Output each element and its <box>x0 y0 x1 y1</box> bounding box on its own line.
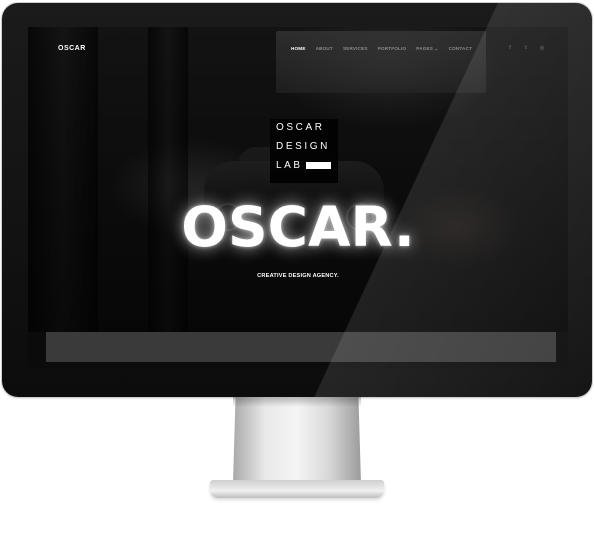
main-menu: HOME ABOUT SERVICES PORTFOLIO PAGES ⌄ CO… <box>291 46 482 52</box>
facebook-icon[interactable]: f <box>502 45 518 51</box>
menu-item-pages[interactable]: PAGES ⌄ <box>416 46 438 52</box>
brand-bar <box>306 162 331 169</box>
brand-line-oscar: OSCAR <box>276 122 325 133</box>
menu-item-contact[interactable]: CONTACT <box>449 46 473 52</box>
monitor-stand-shadow <box>233 397 361 407</box>
hero-headline: OSCAR. <box>181 195 415 259</box>
brand-line-lab: LAB <box>276 160 303 171</box>
instagram-icon[interactable]: ◎ <box>534 45 550 51</box>
menu-item-about[interactable]: ABOUT <box>316 46 333 52</box>
website-screen: OSCAR HOME ABOUT SERVICES PORTFOLIO PAGE… <box>28 27 568 369</box>
menu-item-home[interactable]: HOME <box>291 46 306 52</box>
social-links: f t ◎ <box>502 45 550 51</box>
monitor-stand-base <box>210 480 384 498</box>
twitter-icon[interactable]: t <box>518 45 534 51</box>
menu-item-portfolio[interactable]: PORTFOLIO <box>378 46 407 52</box>
brand-line-design: DESIGN <box>276 141 330 152</box>
content-strip <box>46 332 556 362</box>
top-navigation: OSCAR HOME ABOUT SERVICES PORTFOLIO PAGE… <box>28 27 568 55</box>
monitor-stand-neck <box>233 397 361 483</box>
brand-logo-box: OSCAR DESIGN LAB <box>270 119 338 183</box>
site-logo[interactable]: OSCAR <box>58 45 86 52</box>
monitor-frame: OSCAR HOME ABOUT SERVICES PORTFOLIO PAGE… <box>2 3 592 397</box>
hero-tagline: CREATIVE DESIGN AGENCY. <box>257 273 339 279</box>
menu-item-services[interactable]: SERVICES <box>343 46 368 52</box>
